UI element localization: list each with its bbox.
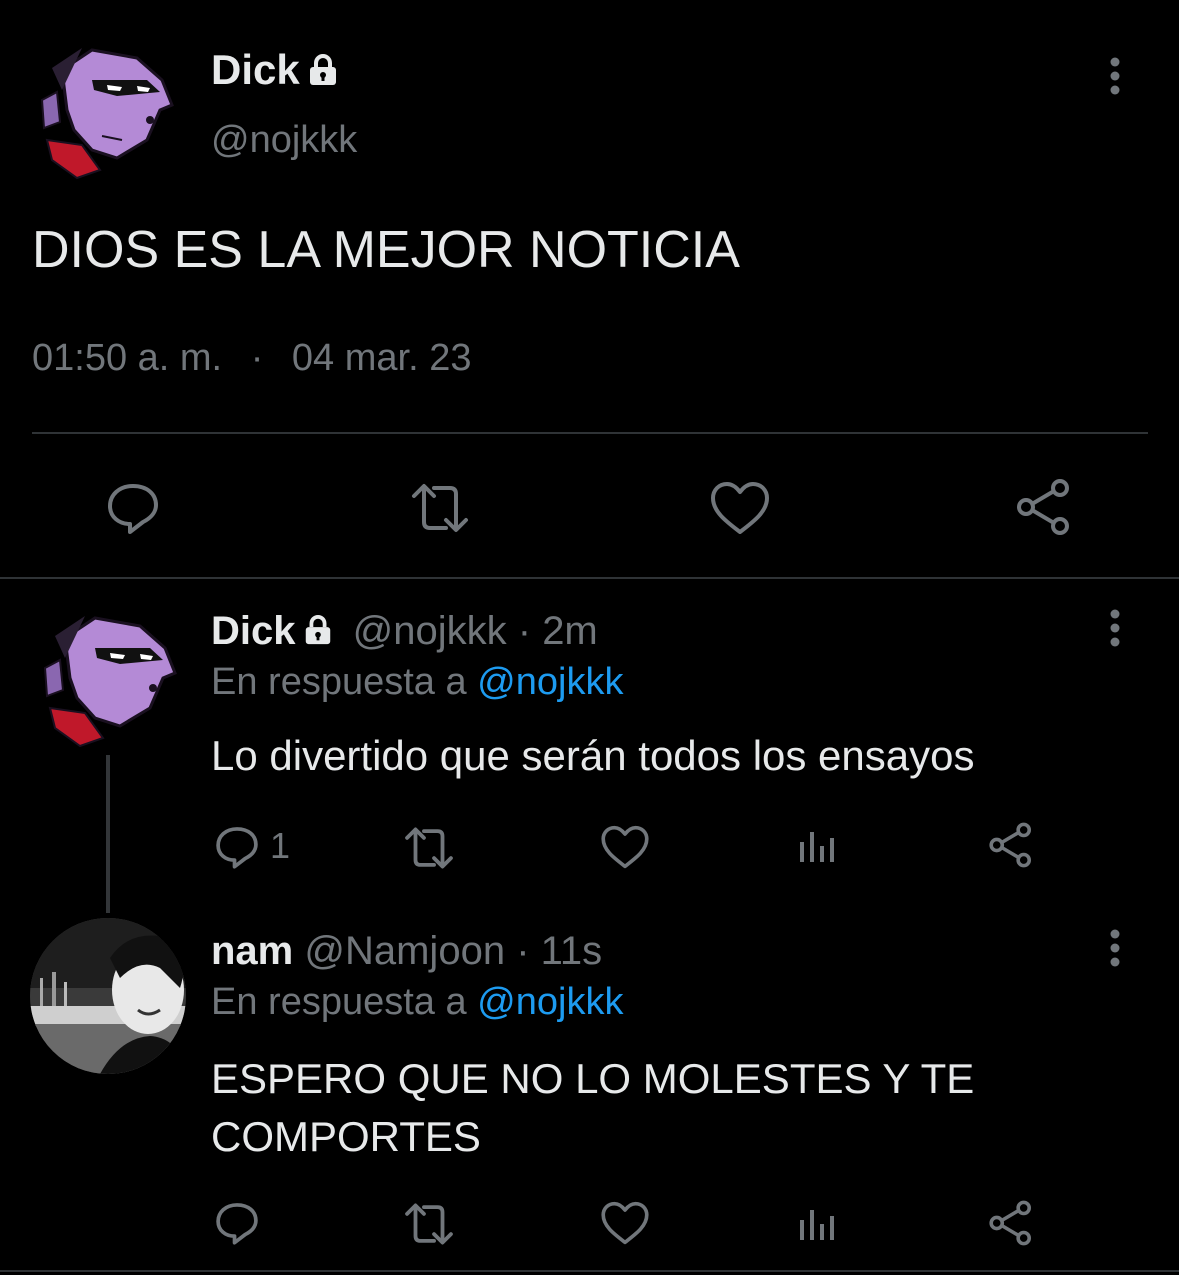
- divider: [0, 577, 1179, 579]
- share-icon[interactable]: [1015, 478, 1073, 536]
- like-icon[interactable]: [600, 824, 650, 870]
- analytics-icon[interactable]: [797, 828, 837, 864]
- reply-display-name[interactable]: nam: [211, 929, 293, 973]
- reply-age[interactable]: 11s: [541, 929, 603, 973]
- reply-text-line: ESPERO QUE NO LO MOLESTES Y TE: [211, 1055, 975, 1102]
- tweet-timestamp[interactable]: 01:50 a. m. · 04 mar. 23: [32, 334, 471, 382]
- reply-count: 1: [270, 825, 291, 866]
- main-tweet-text: DIOS ES LA MEJOR NOTICIA: [32, 221, 740, 279]
- retweet-icon[interactable]: [402, 1202, 456, 1246]
- replying-to-link[interactable]: @nojkkk: [477, 661, 623, 703]
- more-options-icon[interactable]: [1098, 608, 1132, 648]
- reply-text: Lo divertido que serán todos los ensayos: [211, 732, 975, 779]
- reply-header[interactable]: nam @Namjoon · 11s: [211, 926, 602, 976]
- cartoon-masked-avatar-icon: [43, 616, 177, 748]
- replying-to-prefix: En respuesta a: [211, 981, 467, 1023]
- reply-avatar[interactable]: [30, 918, 186, 1074]
- author-display-name[interactable]: Dick: [211, 46, 300, 93]
- reply-avatar[interactable]: [25, 608, 185, 748]
- divider: [32, 432, 1148, 434]
- main-tweet-avatar[interactable]: [22, 40, 182, 180]
- like-icon[interactable]: [709, 480, 771, 536]
- author-handle[interactable]: @nojkkk: [211, 116, 357, 164]
- more-options-icon[interactable]: [1098, 928, 1132, 968]
- reply-header[interactable]: Dick @nojkkk · 2m: [211, 606, 598, 658]
- share-icon[interactable]: [988, 822, 1034, 868]
- reply-handle[interactable]: @Namjoon: [304, 929, 505, 973]
- divider: [0, 1270, 1179, 1272]
- cartoon-masked-avatar-icon: [40, 48, 174, 180]
- like-icon[interactable]: [600, 1200, 650, 1246]
- reply-text: ESPERO QUE NO LO MOLESTES Y TE COMPORTES: [211, 1050, 974, 1166]
- reply-text-line: COMPORTES: [211, 1113, 481, 1160]
- lock-icon: [302, 608, 334, 658]
- reply-display-name[interactable]: Dick: [211, 609, 296, 653]
- tweet-time: 01:50 a. m.: [32, 337, 223, 379]
- more-options-icon[interactable]: [1098, 54, 1132, 98]
- tweet-date: 04 mar. 23: [291, 337, 472, 379]
- main-tweet-author[interactable]: Dick: [211, 44, 340, 99]
- analytics-icon[interactable]: [797, 1206, 837, 1242]
- header-separator: ·: [517, 609, 532, 653]
- replying-to-prefix: En respuesta a: [211, 661, 467, 703]
- thread-connector: [106, 755, 110, 913]
- reply-handle[interactable]: @nojkkk: [353, 609, 507, 653]
- reply-icon[interactable]: [105, 480, 161, 536]
- reply-age[interactable]: 2m: [542, 609, 598, 653]
- lock-icon: [306, 47, 340, 99]
- photo-avatar-icon: [30, 918, 186, 1074]
- share-icon[interactable]: [988, 1200, 1034, 1246]
- replying-to: En respuesta a @nojkkk: [211, 978, 623, 1026]
- retweet-icon[interactable]: [408, 482, 472, 534]
- replying-to: En respuesta a @nojkkk: [211, 658, 623, 706]
- header-separator: ·: [516, 929, 530, 973]
- timestamp-separator: ·: [250, 337, 264, 379]
- retweet-icon[interactable]: [402, 826, 456, 870]
- reply-icon[interactable]: [214, 824, 260, 870]
- reply-icon[interactable]: [214, 1200, 260, 1246]
- replying-to-link[interactable]: @nojkkk: [477, 981, 623, 1023]
